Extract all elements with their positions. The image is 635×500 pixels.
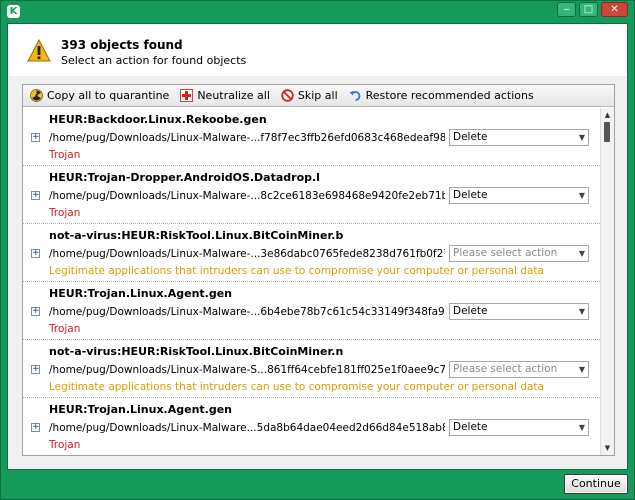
neutralize-all-label: Neutralize all: [197, 89, 270, 102]
restore-recommended-button[interactable]: Restore recommended actions: [349, 89, 534, 102]
chevron-down-icon: ▼: [578, 365, 585, 374]
list-item: + HEUR:Trojan.Linux.Agent.gen /home/pug/…: [23, 282, 600, 340]
skip-all-button[interactable]: Skip all: [281, 89, 338, 102]
scroll-down-icon[interactable]: ▼: [602, 442, 613, 454]
expand-icon[interactable]: +: [31, 133, 40, 142]
title-bar[interactable]: K ‒ □ ✕: [1, 1, 634, 23]
threat-type: Trojan: [49, 207, 81, 219]
file-path: /home/pug/Downloads/Linux-Malware-...6b4…: [49, 306, 445, 318]
found-objects-list: + HEUR:Backdoor.Linux.Rekoobe.gen /home/…: [23, 108, 600, 455]
action-dropdown[interactable]: Please select action ▼: [449, 245, 589, 262]
expand-icon[interactable]: +: [31, 307, 40, 316]
action-toolbar: Copy all to quarantine Neutralize all Sk…: [23, 85, 614, 107]
list-item: + HEUR:Backdoor.Linux.Rekoobe.gen /home/…: [23, 108, 600, 166]
action-dropdown-value: Please select action: [453, 247, 558, 259]
threat-type: Trojan: [49, 149, 81, 161]
action-dropdown[interactable]: Delete ▼: [449, 419, 589, 436]
first-aid-icon: [180, 89, 194, 102]
dialog-window: K ‒ □ ✕ 393 objects found Select an acti…: [0, 0, 635, 500]
restore-recommended-label: Restore recommended actions: [365, 89, 534, 102]
undo-arrow-icon: [349, 91, 360, 101]
copy-to-quarantine-label: Copy all to quarantine: [47, 89, 170, 102]
prohibited-icon: [281, 89, 294, 102]
action-dropdown-value: Delete: [453, 421, 488, 433]
action-dropdown-value: Please select action: [453, 363, 558, 375]
radiation-icon: [30, 89, 43, 102]
scrollbar-thumb[interactable]: [604, 122, 610, 142]
threat-type: Trojan: [49, 439, 81, 451]
file-path: /home/pug/Downloads/Linux-Malware-...8c2…: [49, 190, 445, 202]
action-dropdown[interactable]: Delete ▼: [449, 303, 589, 320]
maximize-button[interactable]: □: [579, 2, 598, 17]
list-item: + HEUR:Trojan-Dropper.AndroidOS.Datadrop…: [23, 166, 600, 224]
file-path: /home/pug/Downloads/Linux-Malware-...3e8…: [49, 248, 445, 260]
file-path: /home/pug/Downloads/Linux-Malware...5da8…: [49, 422, 445, 434]
continue-button[interactable]: Continue: [564, 474, 628, 494]
dialog-content: 393 objects found Select an action for f…: [7, 23, 628, 470]
skip-all-label: Skip all: [297, 89, 338, 102]
dialog-header: 393 objects found Select an action for f…: [8, 24, 627, 76]
threat-type: Trojan: [49, 323, 81, 335]
expand-icon[interactable]: +: [31, 249, 40, 258]
copy-to-quarantine-button[interactable]: Copy all to quarantine: [30, 89, 169, 102]
threat-name: HEUR:Trojan.Linux.Agent.gen: [49, 287, 232, 300]
action-dropdown[interactable]: Please select action ▼: [449, 361, 589, 378]
chevron-down-icon: ▼: [578, 133, 585, 142]
action-dropdown-value: Delete: [453, 305, 488, 317]
chevron-down-icon: ▼: [578, 191, 585, 200]
objects-panel: Copy all to quarantine Neutralize all Sk…: [22, 84, 615, 456]
chevron-down-icon: ▼: [578, 307, 585, 316]
dialog-title: 393 objects found: [61, 38, 183, 52]
dialog-subtitle: Select an action for found objects: [61, 54, 247, 67]
action-dropdown-value: Delete: [453, 189, 488, 201]
threat-name: not-a-virus:HEUR:RiskTool.Linux.BitCoinM…: [49, 229, 344, 242]
chevron-down-icon: ▼: [578, 249, 585, 258]
expand-icon[interactable]: +: [31, 365, 40, 374]
threat-name: not-a-virus:HEUR:RiskTool.Linux.BitCoinM…: [49, 345, 344, 358]
neutralize-all-button[interactable]: Neutralize all: [180, 89, 270, 102]
chevron-down-icon: ▼: [578, 423, 585, 432]
threat-type: Legitimate applications that intruders c…: [49, 265, 544, 277]
vertical-scrollbar[interactable]: ▲ ▼: [600, 108, 614, 455]
list-item: + not-a-virus:HEUR:RiskTool.Linux.BitCoi…: [23, 340, 600, 398]
action-dropdown-value: Delete: [453, 131, 488, 143]
kaspersky-logo-icon: K: [7, 5, 20, 18]
threat-name: HEUR:Trojan-Dropper.AndroidOS.Datadrop.l: [49, 171, 320, 184]
minimize-button[interactable]: ‒: [557, 2, 576, 17]
scroll-up-icon[interactable]: ▲: [602, 109, 613, 121]
file-path: /home/pug/Downloads/Linux-Malware-...f78…: [49, 132, 445, 144]
list-item: + not-a-virus:HEUR:RiskTool.Linux.BitCoi…: [23, 224, 600, 282]
dialog-footer: Continue: [7, 470, 628, 498]
list-item: + HEUR:Trojan.Linux.Agent.gen /home/pug/…: [23, 398, 600, 455]
window-controls: ‒ □ ✕: [557, 2, 628, 17]
expand-icon[interactable]: +: [31, 423, 40, 432]
threat-name: HEUR:Trojan.Linux.Agent.gen: [49, 403, 232, 416]
expand-icon[interactable]: +: [31, 191, 40, 200]
warning-icon: [27, 39, 51, 62]
threat-type: Legitimate applications that intruders c…: [49, 381, 544, 393]
file-path: /home/pug/Downloads/Linux-Malware-S...86…: [49, 364, 445, 376]
close-button[interactable]: ✕: [601, 2, 628, 17]
action-dropdown[interactable]: Delete ▼: [449, 187, 589, 204]
threat-name: HEUR:Backdoor.Linux.Rekoobe.gen: [49, 113, 267, 126]
action-dropdown[interactable]: Delete ▼: [449, 129, 589, 146]
